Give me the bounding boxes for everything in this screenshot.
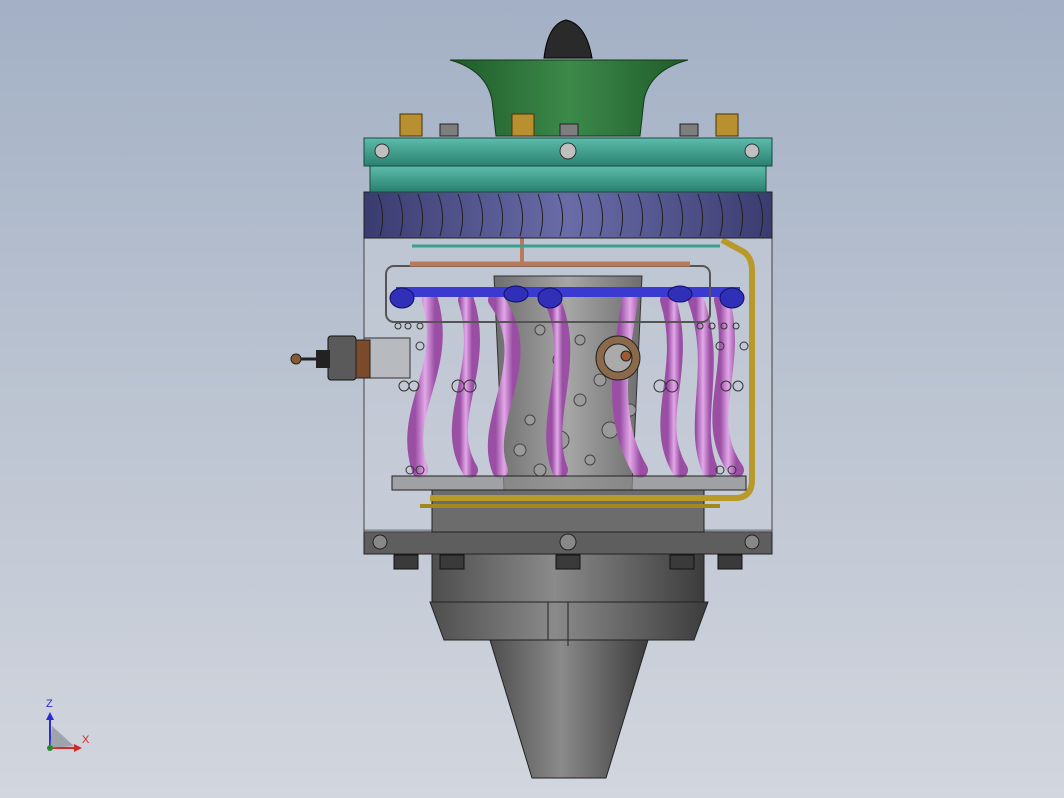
orientation-triad bbox=[46, 712, 82, 752]
bottom-flange[interactable] bbox=[363, 529, 773, 570]
glow-plug[interactable] bbox=[290, 335, 411, 381]
exhaust-cone[interactable] bbox=[489, 639, 649, 779]
graphics-viewport[interactable]: Z X bbox=[0, 0, 1064, 798]
flange-bolts[interactable] bbox=[439, 123, 699, 137]
turbine-model[interactable] bbox=[0, 0, 1064, 798]
triad-z-label: Z bbox=[46, 698, 53, 710]
diffuser-vanes[interactable] bbox=[363, 191, 773, 239]
lower-ring[interactable] bbox=[391, 475, 747, 491]
igniter-fitting[interactable] bbox=[595, 335, 641, 381]
nose-cone[interactable] bbox=[543, 19, 593, 59]
triad-x-label: X bbox=[82, 734, 90, 746]
compressor-flange[interactable] bbox=[363, 137, 773, 193]
